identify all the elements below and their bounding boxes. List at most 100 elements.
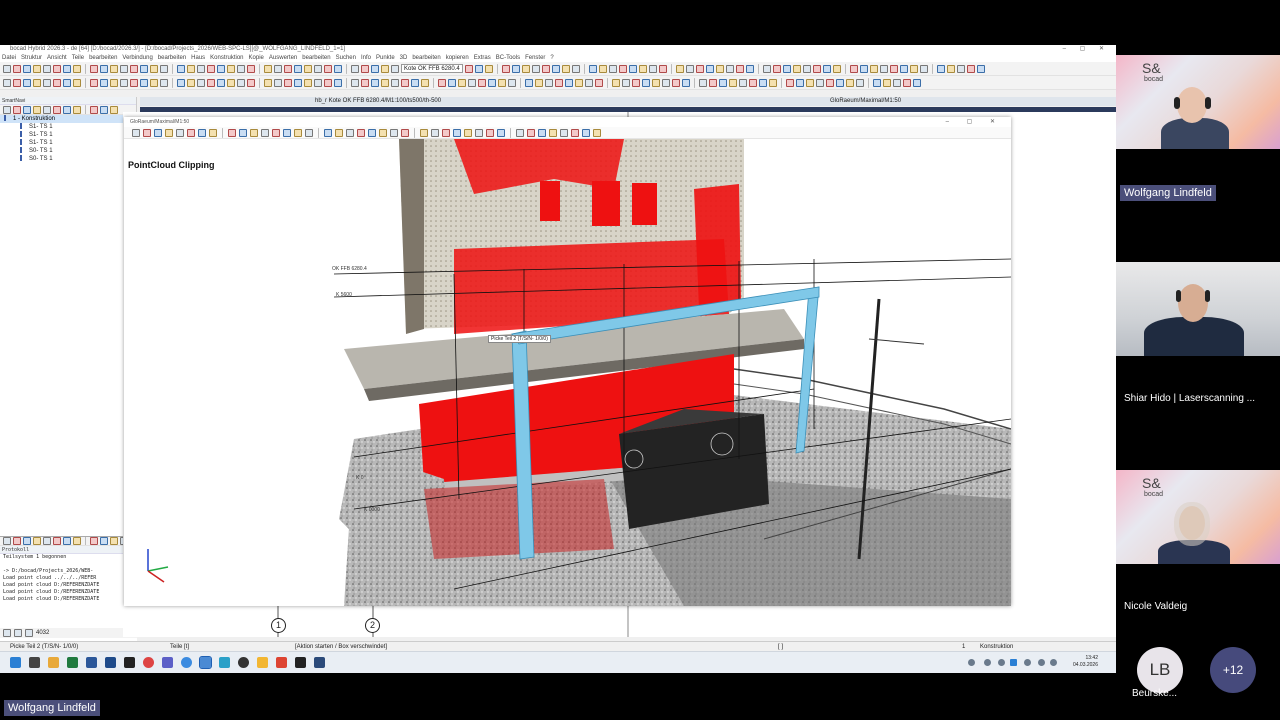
toolbar-tool-icon[interactable] [143,128,151,137]
toolbar-tool-icon[interactable] [351,78,359,87]
toolbar-tool-icon[interactable] [187,64,195,73]
toolbar-tool-icon[interactable] [346,128,354,137]
tree-item[interactable]: S0- TS 1 [0,147,136,155]
toolbar-tool-icon[interactable] [120,78,128,87]
toolbar-tool-icon[interactable] [859,64,868,73]
toolbar-tool-icon[interactable] [782,64,791,73]
toolbar-tool-icon[interactable] [448,78,456,87]
toolbar-tool-icon[interactable] [516,128,524,137]
toolbar-tool-icon[interactable] [715,64,724,73]
toolbar-tool-icon[interactable] [725,64,734,73]
axis-marker-1[interactable]: 1 [271,618,286,633]
menu-item[interactable]: BC-Tools [496,55,520,61]
toolbar-tool-icon[interactable] [501,64,510,73]
toolbar-tool-icon[interactable] [294,78,302,87]
toolbar-tool-icon[interactable] [176,128,184,137]
menu-item[interactable]: Struktur [21,55,42,61]
toolbar-tool-icon[interactable] [729,78,737,87]
menu-item[interactable]: Suchen [336,55,356,61]
toolbar-tool-icon[interactable] [508,78,516,87]
toolbar-tool-icon[interactable] [294,64,302,73]
toolbar-tool-icon[interactable] [946,64,955,73]
toolbar-tool-icon[interactable] [23,78,31,87]
yellow-app-icon[interactable] [257,657,268,668]
toolbar-tool-icon[interactable] [879,64,888,73]
toolbar-tool-icon[interactable] [63,537,71,545]
toolbar-tool-icon[interactable] [264,64,272,73]
toolbar-tool-icon[interactable] [498,78,506,87]
tree-item[interactable]: S1- TS 1 [0,123,136,131]
toolbar-tool-icon[interactable] [551,64,560,73]
toolbar-tool-icon[interactable] [197,78,205,87]
pointcloud-window-controls[interactable]: – ▢ ✕ [946,117,1003,127]
toolbar-tool-icon[interactable] [521,64,530,73]
toolbar-tool-icon[interactable] [648,64,657,73]
tree-item[interactable]: S1- TS 1 [0,139,136,147]
toolbar-tool-icon[interactable] [588,64,597,73]
toolbar-tool-icon[interactable] [284,78,292,87]
toolbar-tool-icon[interactable] [33,78,41,87]
toolbar-tool-icon[interactable] [438,78,446,87]
toolbar-tool-icon[interactable] [90,105,98,114]
toolbar-tool-icon[interactable] [177,78,185,87]
toolbar-tool-icon[interactable] [869,64,878,73]
toolbar-tool-icon[interactable] [822,64,831,73]
toolbar-tool-icon[interactable] [431,128,439,137]
toolbar-tool-icon[interactable] [486,128,494,137]
toolbar-tool-icon[interactable] [695,64,704,73]
toolbar-tool-icon[interactable] [873,78,881,87]
toolbar-tool-icon[interactable] [458,78,466,87]
toolbar-tool-icon[interactable] [856,78,864,87]
volume-icon[interactable] [1050,659,1057,666]
toolbar-tool-icon[interactable] [582,128,590,137]
toolbar-tool-icon[interactable] [705,64,714,73]
toolbar-tool-icon[interactable] [13,537,21,545]
toolbar-tool-icon[interactable] [63,64,71,73]
toolbar-tool-icon[interactable] [187,78,195,87]
outlook-icon[interactable] [105,657,116,668]
menu-item[interactable]: Verbindung [122,55,152,61]
toolbar-tool-icon[interactable] [685,64,694,73]
toolbar-tool-icon[interactable] [53,537,61,545]
menu-item[interactable]: Kopie [249,55,264,61]
toolbar-tool-icon[interactable] [762,64,771,73]
toolbar-tool-icon[interactable] [391,78,399,87]
toolbar-tool-icon[interactable] [150,64,158,73]
toolbar-tool-icon[interactable] [381,64,389,73]
toolbar-tool-icon[interactable] [575,78,583,87]
toolbar-tool-icon[interactable] [304,78,312,87]
toolbar-tool-icon[interactable] [735,64,744,73]
toolbar-tool-icon[interactable] [812,64,821,73]
toolbar-tool-icon[interactable] [63,78,71,87]
menu-item[interactable]: Teile [72,55,84,61]
menu-item[interactable]: Ansicht [47,55,67,61]
participant-tile-2[interactable] [1116,262,1280,356]
toolbar-tool-icon[interactable] [381,78,389,87]
toolbar-tool-icon[interactable] [351,64,359,73]
toolbar-tool-icon[interactable] [314,78,322,87]
toolbar-tool-icon[interactable] [739,78,747,87]
toolbar-tool-icon[interactable] [261,128,269,137]
window-controls[interactable]: – ▢ ✕ [1063,45,1110,54]
excel-icon[interactable] [67,657,78,668]
toolbar-tool-icon[interactable] [883,78,891,87]
toolbar-tool-icon[interactable] [165,128,173,137]
toolbar-tool-icon[interactable] [966,64,975,73]
toolbar-tool-icon[interactable] [250,128,258,137]
toolbar-tool-icon[interactable] [284,64,292,73]
toolbar-tool-icon[interactable] [453,128,461,137]
toolbar-tool-icon[interactable] [227,64,235,73]
remote-icon[interactable] [219,657,230,668]
toolbar-tool-icon[interactable] [43,78,51,87]
toolbar-tool-icon[interactable] [585,78,593,87]
toolbar-tool-icon[interactable] [786,78,794,87]
toolbar-tool-icon[interactable] [484,64,493,73]
system-clock[interactable]: 13:42 04.03.2026 [1073,655,1098,669]
toolbar-tool-icon[interactable] [197,64,205,73]
toolbar-tool-icon[interactable] [90,78,98,87]
toolbar-tool-icon[interactable] [63,105,71,114]
toolbar-tool-icon[interactable] [792,64,801,73]
toolbar-tool-icon[interactable] [565,78,573,87]
toolbar-tool-icon[interactable] [154,128,162,137]
toolbar-tool-icon[interactable] [294,128,302,137]
